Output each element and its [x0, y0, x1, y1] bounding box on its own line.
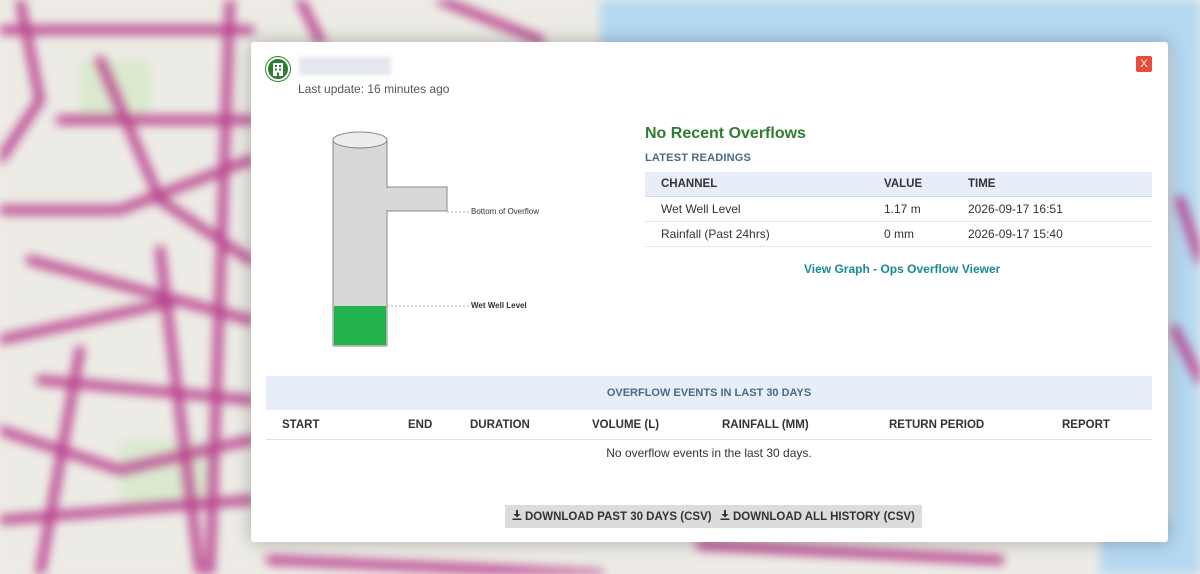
column-header-return-period: RETURN PERIOD: [889, 419, 985, 431]
column-header-start: START: [282, 419, 320, 431]
column-header-channel: CHANNEL: [645, 172, 868, 197]
reading-value: 0 mm: [868, 221, 952, 247]
download-icon: [512, 510, 522, 523]
overflow-events-title: OVERFLOW EVENTS IN LAST 30 DAYS: [266, 376, 1152, 410]
reading-channel: Wet Well Level: [645, 196, 868, 222]
reading-value: 1.17 m: [868, 196, 952, 222]
column-header-report: REPORT: [1062, 419, 1110, 431]
column-header-rainfall: RAINFALL (MM): [722, 419, 809, 431]
building-icon: [266, 57, 290, 81]
download-past-30-days-label: DOWNLOAD PAST 30 DAYS (CSV): [525, 510, 712, 523]
wet-well-level-fill: [334, 306, 386, 345]
column-header-time: TIME: [952, 172, 1152, 197]
latest-readings-table: CHANNEL VALUE TIME Wet Well Level 1.17 m…: [645, 172, 1152, 247]
table-header-row: CHANNEL VALUE TIME: [645, 172, 1152, 197]
latest-readings-title: LATEST READINGS: [645, 152, 752, 164]
last-update-text: Last update: 16 minutes ago: [298, 82, 450, 96]
close-button[interactable]: X: [1136, 56, 1152, 72]
column-header-duration: DURATION: [470, 419, 530, 431]
wet-well-graphic: [332, 131, 471, 347]
overflow-label: Bottom of Overflow: [471, 207, 540, 216]
overflow-events-empty-message: No overflow events in the last 30 days.: [606, 446, 812, 460]
wet-well-diagram: Bottom of Overflow Wet Well Level: [311, 120, 611, 360]
reading-time: 2026-09-17 16:51: [952, 196, 1152, 222]
reading-time: 2026-09-17 15:40: [952, 221, 1152, 247]
view-graph-link[interactable]: View Graph - Ops Overflow Viewer: [804, 262, 1000, 276]
download-all-history-label: DOWNLOAD ALL HISTORY (CSV): [733, 510, 915, 523]
column-header-volume: VOLUME (L): [592, 419, 660, 431]
reading-channel: Rainfall (Past 24hrs): [645, 221, 868, 247]
station-name-redacted: [299, 57, 391, 75]
table-row: Rainfall (Past 24hrs) 0 mm 2026-09-17 15…: [645, 221, 1152, 247]
download-past-30-days-button[interactable]: DOWNLOAD PAST 30 DAYS (CSV): [505, 505, 719, 528]
table-row: Wet Well Level 1.17 m 2026-09-17 16:51: [645, 196, 1152, 222]
download-icon: [720, 510, 730, 523]
download-all-history-button[interactable]: DOWNLOAD ALL HISTORY (CSV): [713, 505, 922, 528]
column-header-value: VALUE: [868, 172, 952, 197]
status-title: No Recent Overflows: [645, 125, 806, 142]
station-popup: X Last update: 16 minutes ago Bottom of …: [251, 42, 1168, 542]
column-header-end: END: [408, 419, 433, 431]
overflow-events-header-row: START END DURATION VOLUME (L) RAINFALL (…: [266, 410, 1152, 440]
wet-well-level-label: Wet Well Level: [471, 301, 527, 310]
